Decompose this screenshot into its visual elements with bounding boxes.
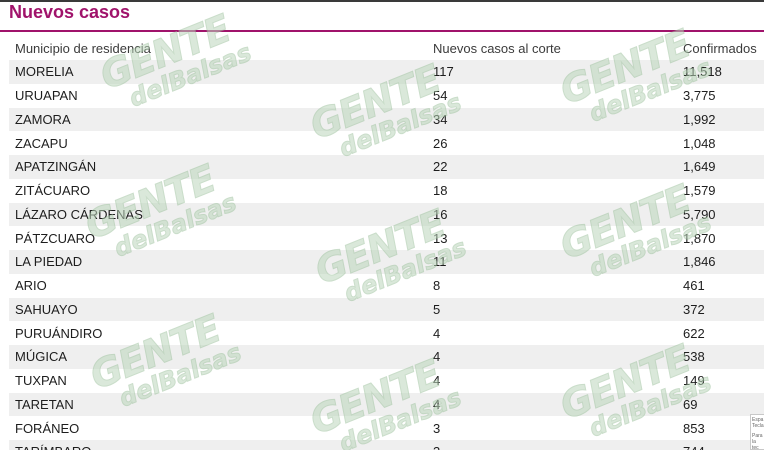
- cell-municipio: APATZINGÁN: [9, 155, 427, 179]
- cell-municipio: LA PIEDAD: [9, 250, 427, 274]
- table-row: ZACAPU 26 1,048: [9, 131, 764, 155]
- cell-confirmados: 1,048: [677, 131, 764, 155]
- cell-municipio: SAHUAYO: [9, 297, 427, 322]
- column-header-nuevos-casos[interactable]: Nuevos casos al corte: [427, 36, 677, 60]
- cell-confirmados: 1,846: [677, 250, 764, 274]
- table-row: MÚGICA 4 538: [9, 345, 764, 369]
- cell-municipio: LÁZARO CÁRDENAS: [9, 202, 427, 227]
- cell-nuevos-casos: 34: [427, 107, 677, 132]
- cell-municipio: TUXPAN: [9, 368, 427, 393]
- cell-confirmados: 1,992: [677, 107, 764, 132]
- cases-table: Municipio de residencia Nuevos casos al …: [9, 36, 764, 450]
- keyboard-help-popup[interactable]: Espa Tecla Para la tec: [750, 414, 764, 450]
- cell-confirmados: 622: [677, 321, 764, 345]
- cell-nuevos-casos: 3: [427, 440, 677, 450]
- table-row: TARÍMBARO3744: [9, 440, 764, 450]
- popup-text-2: Tecla: [752, 423, 764, 429]
- cell-confirmados: 538: [677, 345, 764, 369]
- section-title: Nuevos casos: [9, 2, 131, 22]
- cell-municipio: PÁTZCUARO: [9, 226, 427, 250]
- cell-nuevos-casos: 11: [427, 250, 677, 274]
- cell-municipio: ARIO: [9, 273, 427, 298]
- table-row: ZITÁCUARO 18 1,579: [9, 178, 764, 203]
- section-header: Nuevos casos: [0, 0, 764, 32]
- table-row: APATZINGÁN 22 1,649: [9, 155, 764, 179]
- cell-nuevos-casos: 5: [427, 297, 677, 322]
- cell-nuevos-casos: 4: [427, 368, 677, 393]
- cell-nuevos-casos: 16: [427, 202, 677, 227]
- table-row: ARIO 8 461: [9, 273, 764, 298]
- table-body: MORELIA 117 11,518 URUAPAN 54 3,775 ZAMORA 34 1,…: [9, 60, 764, 450]
- cell-municipio: TARÍMBARO: [9, 440, 427, 450]
- cell-municipio: ZACAPU: [9, 131, 427, 155]
- cell-nuevos-casos: 3: [427, 416, 677, 440]
- cell-confirmados: 69: [677, 392, 764, 417]
- cell-municipio: TARETAN: [9, 392, 427, 417]
- cell-municipio: ZAMORA: [9, 107, 427, 132]
- cell-nuevos-casos: 4: [427, 345, 677, 369]
- cell-confirmados: 372: [677, 297, 764, 322]
- cell-nuevos-casos: 4: [427, 392, 677, 417]
- cell-nuevos-casos: 8: [427, 273, 677, 298]
- table-row: URUAPAN 54 3,775: [9, 83, 764, 108]
- cell-municipio: PURUÁNDIRO: [9, 321, 427, 345]
- table-row: LA PIEDAD 11 1,846: [9, 250, 764, 274]
- cell-municipio: MORELIA: [9, 60, 427, 84]
- table-row: TARETAN 4 69: [9, 392, 764, 417]
- cell-confirmados: 149: [677, 368, 764, 393]
- cell-nuevos-casos: 18: [427, 178, 677, 203]
- column-header-confirmados[interactable]: Confirmados: [677, 36, 764, 60]
- column-header-municipio[interactable]: Municipio de residencia: [9, 36, 427, 60]
- cell-confirmados: 1,649: [677, 155, 764, 179]
- cell-confirmados: 11,518: [677, 60, 764, 84]
- cell-municipio: URUAPAN: [9, 83, 427, 108]
- cell-confirmados: 1,579: [677, 178, 764, 203]
- table-row: ZAMORA 34 1,992: [9, 107, 764, 132]
- cell-nuevos-casos: 117: [427, 60, 677, 84]
- table-row: PÁTZCUARO 13 1,870: [9, 226, 764, 250]
- table-header-row: Municipio de residencia Nuevos casos al …: [9, 36, 764, 60]
- cell-nuevos-casos: 54: [427, 83, 677, 108]
- cell-nuevos-casos: 26: [427, 131, 677, 155]
- table-row: FORÁNEO 3 853: [9, 416, 764, 440]
- table-row: SAHUAYO 5 372: [9, 297, 764, 322]
- cell-confirmados: 5,790: [677, 202, 764, 227]
- cell-municipio: FORÁNEO: [9, 416, 427, 440]
- cell-confirmados: 3,775: [677, 83, 764, 108]
- cell-nuevos-casos: 4: [427, 321, 677, 345]
- table-row: MORELIA 117 11,518: [9, 60, 764, 84]
- popup-text-4: la tec: [752, 439, 759, 450]
- table-row: LÁZARO CÁRDENAS 16 5,790: [9, 202, 764, 227]
- cell-municipio: ZITÁCUARO: [9, 178, 427, 203]
- cell-nuevos-casos: 22: [427, 155, 677, 179]
- cell-nuevos-casos: 13: [427, 226, 677, 250]
- table-row: TUXPAN 4 149: [9, 368, 764, 393]
- cell-municipio: MÚGICA: [9, 345, 427, 369]
- cell-confirmados: 1,870: [677, 226, 764, 250]
- table-row: PURUÁNDIRO 4 622: [9, 321, 764, 345]
- cell-confirmados: 461: [677, 273, 764, 298]
